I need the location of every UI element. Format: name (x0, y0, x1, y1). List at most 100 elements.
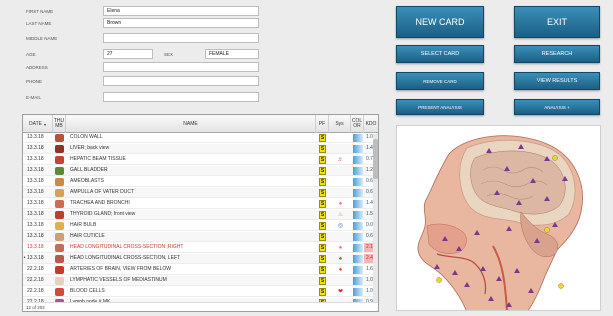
row-name: TRACHEA AND BRONCHI (70, 200, 130, 206)
address-label: ADDRESS (26, 65, 48, 70)
name-column-header[interactable]: NAME (66, 115, 316, 133)
color-bar-icon (353, 255, 363, 263)
present-analysis-button[interactable]: PRESENT ANALYSIS (396, 99, 484, 115)
age-label: AGE (26, 52, 36, 57)
table-row[interactable]: 13.3.18 AMPULLA OF VATER DUCT S 0.645 (23, 188, 378, 198)
row-thumbnail-icon (55, 156, 64, 164)
table-row[interactable]: 13.3.18 HEAD LONGITUDINAL CROSS-SECTION ,… (23, 243, 378, 253)
row-date: 13.3.18 (27, 233, 44, 239)
table-row[interactable]: 13.3.18 TRACHEA AND BRONCHI S ♠ 1.443 (23, 199, 378, 209)
last-name-label: LAST NAME (26, 21, 52, 26)
pf-badge: S (319, 133, 326, 142)
pf-column-header[interactable]: PF (316, 115, 329, 133)
thumb-column-header[interactable]: THU MB (53, 115, 66, 133)
row-name: BLOOD CELLS (70, 288, 105, 294)
pf-badge: S (319, 287, 326, 296)
date-column-header[interactable]: DATE ▾ (23, 115, 53, 133)
row-thumbnail-icon (55, 244, 64, 252)
head-cross-section-image (417, 135, 583, 310)
remove-card-button[interactable]: REMOVE CARD (396, 72, 484, 90)
sex-field[interactable]: FEMALE (205, 49, 259, 59)
row-date: 13.3.18 (27, 145, 44, 151)
table-scrollbar-thumb[interactable] (373, 139, 378, 179)
color-bar-icon (353, 145, 363, 153)
table-row[interactable]: 22.2.18 BLOOD CELLS S ❤ 1.027 (23, 287, 378, 297)
row-name: AMPULLA OF VATER DUCT (70, 189, 134, 195)
table-row[interactable]: 22.2.18 ARTERIES OF BRAIN, VIEW FROM BELO… (23, 265, 378, 275)
exit-button[interactable]: EXIT (514, 6, 600, 38)
table-row[interactable]: 13.3.18 HAIR BULB S ◎ 0.004 (23, 221, 378, 231)
address-field[interactable] (103, 62, 259, 72)
sys-column-header[interactable]: Sys (329, 115, 351, 133)
table-header: DATE ▾ THU MB NAME PF Sys COL OR KDO (23, 115, 378, 133)
email-field[interactable] (103, 92, 259, 102)
row-date: 13.3.18 (27, 211, 44, 217)
new-card-button[interactable]: NEW CARD (396, 6, 484, 38)
color-bar-icon (353, 178, 363, 186)
table-row[interactable]: • 13.3.18 HEAD LONGITUDINAL CROSS-SECTION,… (23, 254, 378, 264)
row-date: 13.3.18 (27, 200, 44, 206)
row-thumbnail-icon (55, 266, 64, 274)
row-name: HEPATIC BEAM TISSUE (70, 156, 126, 162)
row-date: 13.3.18 (27, 255, 44, 261)
row-name: COLON WALL (70, 134, 103, 140)
table-row[interactable]: 13.3.18 COLON WALL S 1.05 (23, 133, 378, 143)
pf-badge: S (319, 276, 326, 285)
table-row[interactable]: 13.3.18 GALL BLADDER S 1.257 (23, 166, 378, 176)
analysis-plus-button[interactable]: ANALYSIS + (514, 99, 600, 115)
table-row[interactable]: 13.3.18 HEPATIC BEAM TISSUE S ♬ 0.751 (23, 155, 378, 165)
first-name-field[interactable]: Elena (103, 6, 259, 16)
phone-label: PHONE (26, 79, 43, 84)
row-thumbnail-icon (55, 255, 64, 263)
system-icon: ♠ (338, 267, 343, 273)
row-thumbnail-icon (55, 277, 64, 285)
color-bar-icon (353, 244, 363, 252)
row-date: 22.2.18 (27, 277, 44, 283)
system-icon: ❤ (337, 289, 344, 295)
pf-badge: S (319, 265, 326, 274)
select-card-button[interactable]: SELECT CARD (396, 45, 484, 63)
row-name: HAIR BULB (70, 222, 97, 228)
color-bar-icon (353, 233, 363, 241)
pf-badge: S (319, 155, 326, 164)
color-bar-icon (353, 288, 363, 296)
system-icon: ♠ (338, 201, 343, 207)
color-bar-icon (353, 134, 363, 142)
last-name-field[interactable]: Brown (103, 18, 259, 28)
color-bar-icon (353, 277, 363, 285)
pf-badge: S (319, 210, 326, 219)
pf-badge: S (319, 188, 326, 197)
pf-badge: S (319, 144, 326, 153)
age-field[interactable]: 27 (103, 49, 153, 59)
row-date: 13.3.18 (27, 156, 44, 162)
system-icon: ♠ (338, 245, 343, 251)
sort-arrow-icon: ▾ (43, 121, 46, 127)
color-column-header[interactable]: COL OR (351, 115, 364, 133)
row-date: 22.2.18 (27, 266, 44, 272)
table-row[interactable]: 13.3.18 HAIR CUTICLE S 0.622 (23, 232, 378, 242)
system-icon: ♬ (337, 157, 344, 163)
view-results-button[interactable]: VIEW RESULTS (514, 72, 600, 90)
color-bar-icon (353, 211, 363, 219)
table-row[interactable]: 22.2.18 LYMPHATIC VESSELS OF MEDIASTINUM S… (23, 276, 378, 286)
row-date: 13.3.18 (27, 222, 44, 228)
middle-name-field[interactable] (103, 33, 259, 43)
phone-field[interactable] (103, 76, 259, 86)
pf-badge: S (319, 199, 326, 208)
row-thumbnail-icon (55, 200, 64, 208)
row-name: LIVER; back view (70, 145, 110, 151)
row-name: LYMPHATIC VESSELS OF MEDIASTINUM (70, 277, 167, 283)
table-row[interactable]: 13.3.18 LIVER; back view S 1.454 (23, 144, 378, 154)
row-name: AMEOBLASTS (70, 178, 104, 184)
row-thumbnail-icon (55, 145, 64, 153)
research-button[interactable]: RESEARCH (514, 45, 600, 63)
anatomy-image-panel[interactable] (396, 125, 601, 311)
color-bar-icon (353, 189, 363, 197)
table-row[interactable]: 13.3.18 AMEOBLASTS S 0.607 (23, 177, 378, 187)
record-counter: 12 of 202 (23, 302, 378, 311)
kdo-column-header[interactable]: KDO (364, 115, 378, 133)
row-name: GALL BLADDER (70, 167, 108, 173)
system-icon: ◎ (337, 223, 344, 229)
table-row[interactable]: 13.3.18 THYROID GLAND; front view S ♨ 1.581 (23, 210, 378, 220)
row-thumbnail-icon (55, 233, 64, 241)
